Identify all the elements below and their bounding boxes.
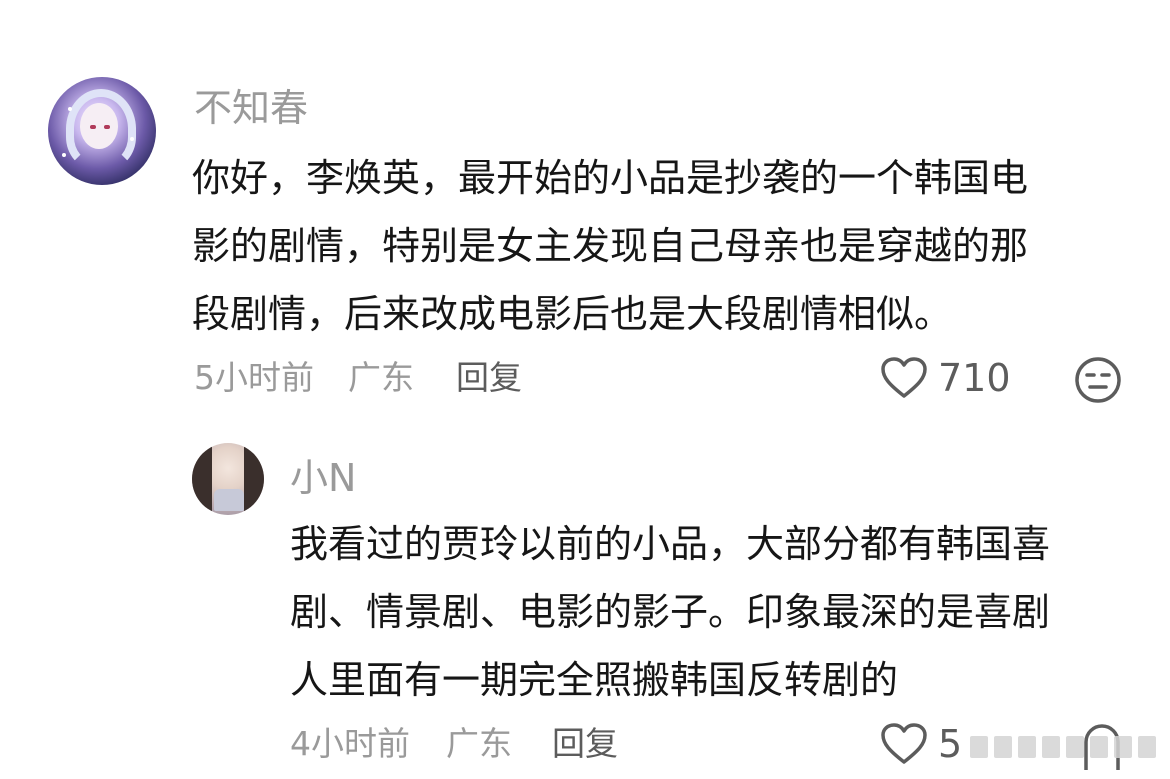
avatar-hair [192, 443, 212, 515]
heart-outline-icon [880, 356, 928, 400]
avatar-eye [90, 125, 96, 129]
avatar-hair [244, 443, 264, 515]
comment-text-line: 段剧情，后来改成电影后也是大段剧情相似。 [192, 292, 953, 336]
avatar-sparkle [130, 137, 134, 141]
avatar-sparkle [68, 107, 72, 111]
like-count: 5 [938, 722, 963, 766]
reply-button[interactable]: 回复 [552, 724, 618, 764]
avatar-face [80, 103, 118, 149]
meh-face-icon[interactable] [1074, 356, 1122, 404]
reply-avatar[interactable] [192, 443, 264, 515]
avatar-clothing [214, 489, 244, 511]
reply-text-line: 我看过的贾玲以前的小品，大部分都有韩国喜 [290, 522, 1051, 566]
comment-username[interactable]: 不知春 [194, 86, 308, 130]
comment-text-line: 你好，李焕英，最开始的小品是抄袭的一个韩国电 [192, 156, 1029, 200]
like-button[interactable]: 710 [880, 356, 1011, 400]
reply-text-line: 人里面有一期完全照搬韩国反转剧的 [290, 658, 899, 702]
like-count: 710 [938, 356, 1011, 400]
avatar[interactable] [48, 77, 156, 185]
reply-button[interactable]: 回复 [456, 358, 522, 398]
reply-location: 广东 [446, 724, 512, 763]
heart-outline-icon [880, 722, 928, 766]
reply-username[interactable]: 小N [290, 456, 356, 500]
watermark-glyphs [970, 736, 1156, 758]
comment-time: 5小时前 [194, 358, 314, 397]
reply-time: 4小时前 [290, 724, 410, 763]
comment-location: 广东 [348, 358, 414, 397]
reply-text-line: 剧、情景剧、电影的影子。印象最深的是喜剧 [290, 590, 1051, 634]
watermark [960, 728, 1170, 768]
like-button[interactable]: 5 [880, 722, 962, 766]
avatar-eye [104, 125, 110, 129]
avatar-sparkle [62, 153, 66, 157]
comment-text-line: 影的剧情，特别是女主发现自己母亲也是穿越的那 [192, 224, 1029, 268]
